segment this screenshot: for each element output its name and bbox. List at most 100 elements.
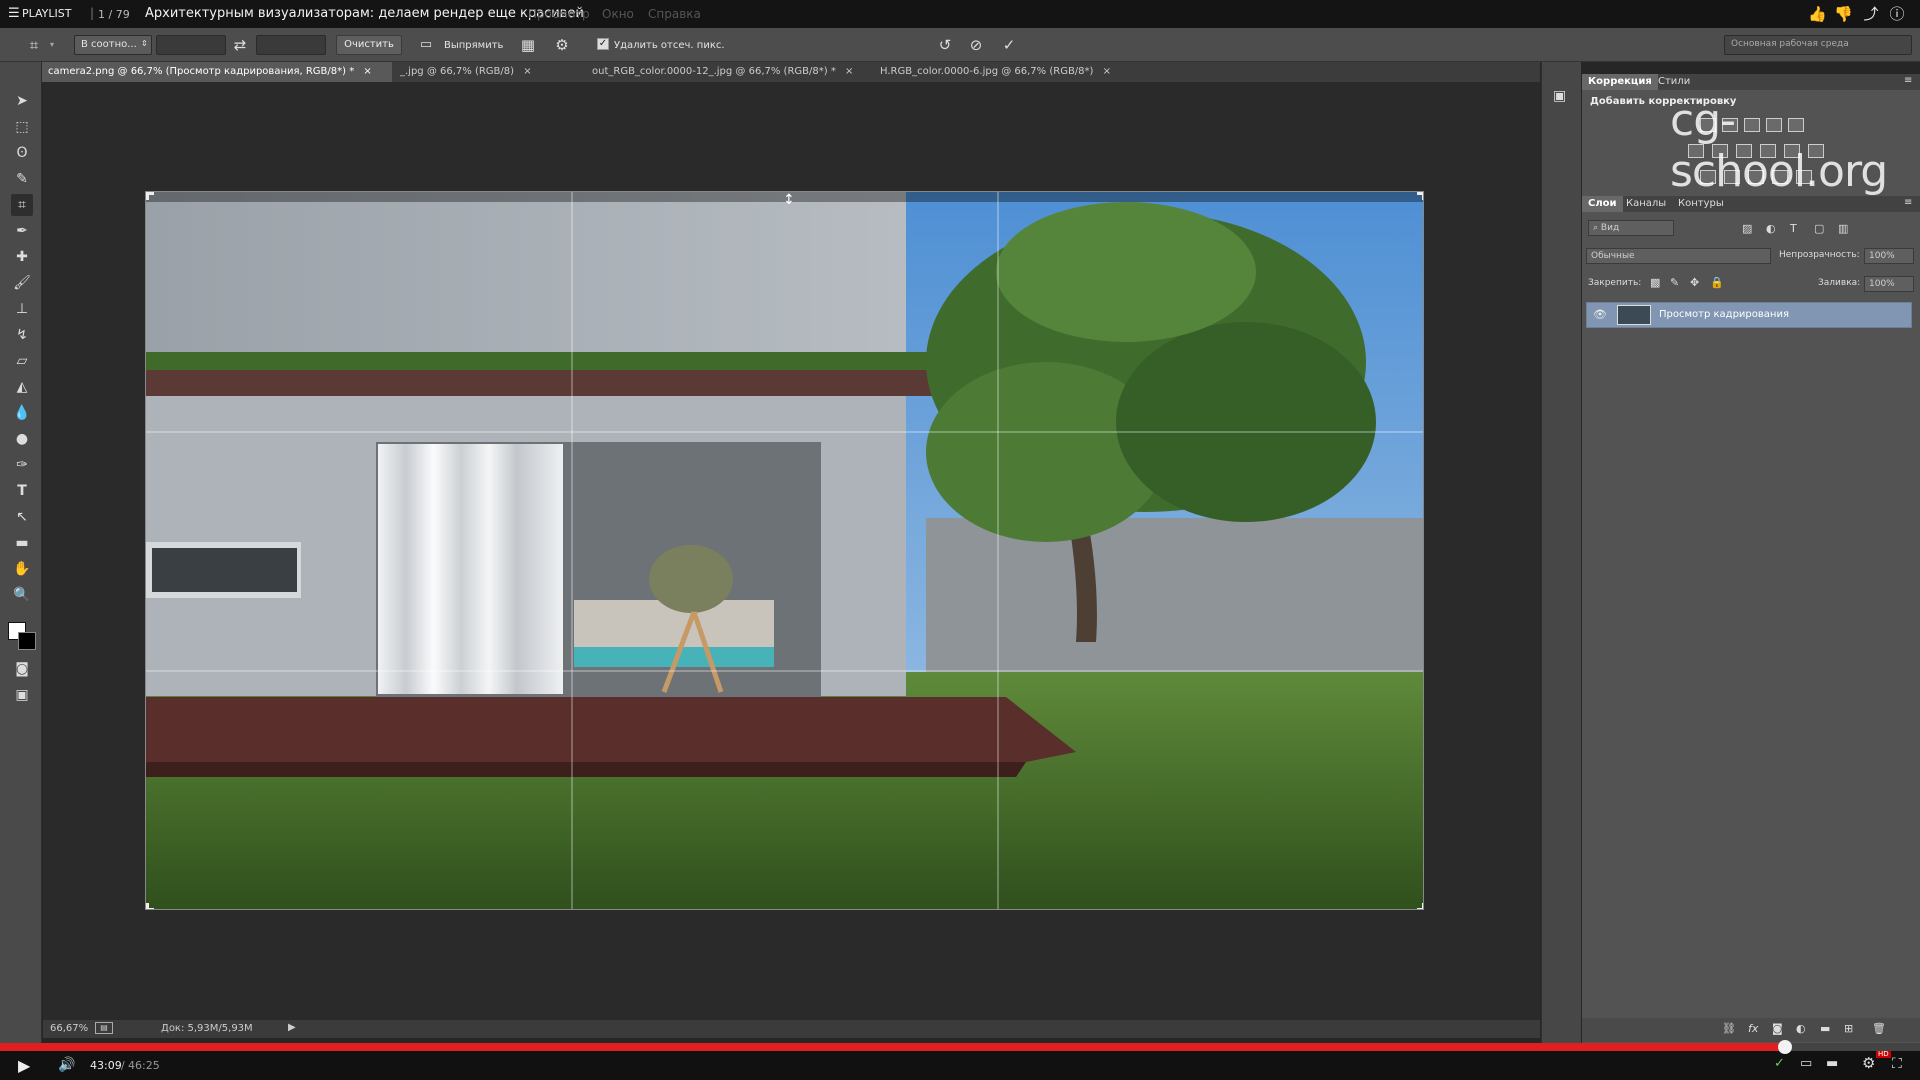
miniplayer-icon[interactable]: ▭	[1800, 1056, 1812, 1071]
close-icon[interactable]: ×	[1103, 66, 1111, 77]
tab-h-rgb[interactable]: H.RGB_color.0000-6.jpg @ 66,7% (RGB/8*) …	[874, 62, 1124, 82]
tab-camera2[interactable]: camera2.png @ 66,7% (Просмотр кадрирован…	[42, 62, 392, 82]
move-tool-icon[interactable]: ➤	[11, 90, 33, 112]
swap-icon[interactable]: ⇄	[230, 36, 250, 54]
marquee-tool-icon[interactable]: ⬚	[11, 116, 33, 138]
tab-channels[interactable]: Каналы	[1620, 196, 1672, 212]
close-icon[interactable]: ×	[845, 66, 853, 77]
healing-brush-icon[interactable]: ✚	[11, 246, 33, 268]
video-title[interactable]: Архитектурным визуализаторам: делаем рен…	[145, 6, 584, 21]
pen-tool-icon[interactable]: ✑	[11, 454, 33, 476]
progress-scrubber[interactable]	[1778, 1040, 1793, 1054]
render-image[interactable]	[145, 191, 1424, 910]
visibility-eye-icon[interactable]: 👁	[1593, 308, 1607, 321]
fill-input[interactable]: 100%	[1864, 276, 1914, 292]
history-brush-icon[interactable]: ↯	[11, 324, 33, 346]
quick-select-icon[interactable]: ✎	[11, 168, 33, 190]
hand-tool-icon[interactable]: ✋	[11, 558, 33, 580]
lock-pixels-icon[interactable]: ✎	[1670, 276, 1679, 289]
zoom-tool-icon[interactable]: 🔍	[11, 584, 33, 606]
like-icon[interactable]: 👍	[1808, 5, 1827, 23]
delete-cropped-checkbox[interactable]: ✓	[597, 38, 609, 50]
trash-icon[interactable]: 🗑	[1872, 1022, 1886, 1035]
volume-icon[interactable]: 🔊	[58, 1057, 75, 1073]
close-icon[interactable]: ×	[523, 66, 531, 77]
play-icon[interactable]: ▶	[18, 1056, 30, 1075]
commit-check-icon[interactable]: ✓	[999, 36, 1019, 54]
tab-layers[interactable]: Слои	[1582, 196, 1623, 212]
history-panel-icon[interactable]: ▣	[1553, 88, 1566, 104]
quick-mask-icon[interactable]: ◙	[11, 658, 33, 680]
crop-tool-icon[interactable]: ⌗	[24, 36, 44, 54]
progress-bar[interactable]	[0, 1040, 1920, 1054]
right-panels: Коррекция Стили ≡ Добавить корректировку…	[1582, 74, 1920, 1044]
document-tabs: camera2.png @ 66,7% (Просмотр кадрирован…	[42, 62, 1540, 82]
reset-icon[interactable]: ↺	[935, 36, 955, 54]
layer-row[interactable]: 👁 Просмотр кадрирования	[1586, 302, 1912, 328]
stamp-tool-icon[interactable]: ⊥	[11, 298, 33, 320]
fx-icon[interactable]: fx	[1748, 1022, 1758, 1035]
tab-paths[interactable]: Контуры	[1672, 196, 1730, 212]
crop-tool-icon[interactable]: ⌗	[11, 194, 33, 216]
settings-icon[interactable]: ⚙	[1862, 1054, 1875, 1072]
blur-tool-icon[interactable]: 💧	[11, 402, 33, 424]
panel-menu-icon[interactable]: ≡	[1904, 197, 1912, 208]
new-layer-icon[interactable]: ⊞	[1844, 1022, 1853, 1035]
lasso-tool-icon[interactable]: ʘ	[11, 142, 33, 164]
settings-gear-icon[interactable]: ⚙	[552, 36, 572, 54]
tab-jpg[interactable]: _.jpg @ 66,7% (RGB/8) ×	[394, 62, 584, 82]
captions-check-icon[interactable]: ✓	[1774, 1056, 1785, 1071]
rectangle-tool-icon[interactable]: ▬	[11, 532, 33, 554]
status-info-icon[interactable]: ▤	[95, 1022, 113, 1034]
filter-type-icon[interactable]: T	[1790, 222, 1797, 235]
clear-button[interactable]: Очистить	[336, 35, 402, 55]
dodge-tool-icon[interactable]: ●	[11, 428, 33, 450]
lock-all-icon[interactable]: 🔒	[1710, 276, 1724, 289]
filter-smart-icon[interactable]: ▥	[1838, 222, 1848, 235]
lock-position-icon[interactable]: ✥	[1690, 276, 1699, 289]
playlist-menu-icon[interactable]: ☰	[8, 6, 20, 21]
blend-mode-select[interactable]: Обычные	[1586, 248, 1771, 264]
grid-overlay-icon[interactable]: ▦	[518, 36, 538, 54]
layer-name[interactable]: Просмотр кадрирования	[1659, 309, 1789, 320]
link-layers-icon[interactable]: ⛓	[1722, 1022, 1736, 1035]
straighten-button[interactable]: Выпрямить	[444, 40, 503, 51]
opacity-input[interactable]: 100%	[1864, 248, 1914, 264]
screen-mode-icon[interactable]: ▣	[11, 684, 33, 706]
filter-adjust-icon[interactable]: ◐	[1766, 222, 1776, 235]
zoom-level[interactable]: 66,67%	[50, 1023, 88, 1034]
playlist-label[interactable]: PLAYLIST	[22, 7, 71, 20]
background-color-swatch[interactable]	[18, 632, 36, 650]
eraser-tool-icon[interactable]: ▱	[11, 350, 33, 372]
straighten-icon[interactable]: ▭	[416, 36, 436, 54]
paint-bucket-icon[interactable]: ◭	[11, 376, 33, 398]
filter-shape-icon[interactable]: ▢	[1814, 222, 1824, 235]
filter-pixel-icon[interactable]: ▨	[1742, 222, 1752, 235]
ratio-select[interactable]: В соотно... ⇕	[74, 35, 152, 55]
share-icon[interactable]: ⤴	[1862, 5, 1880, 23]
preset-chevron-icon[interactable]: ▾	[50, 40, 54, 49]
height-input[interactable]	[256, 35, 326, 55]
layer-filter-select[interactable]: ⌕ Вид	[1588, 220, 1674, 236]
tab-out-rgb[interactable]: out_RGB_color.0000-12_.jpg @ 66,7% (RGB/…	[586, 62, 872, 82]
fullscreen-icon[interactable]: ⛶	[1892, 1056, 1902, 1072]
new-adjustment-icon[interactable]: ◐	[1796, 1022, 1806, 1035]
add-mask-icon[interactable]: ◙	[1772, 1022, 1783, 1035]
close-icon[interactable]: ×	[363, 66, 371, 77]
type-tool-icon[interactable]: T	[11, 480, 33, 502]
status-arrow-icon[interactable]: ▶	[288, 1022, 296, 1033]
cancel-icon[interactable]: ⊘	[966, 36, 986, 54]
brush-tool-icon[interactable]: 🖌	[11, 272, 33, 294]
eyedropper-icon[interactable]: ✒	[11, 220, 33, 242]
panel-menu-icon[interactable]: ≡	[1904, 75, 1912, 86]
theater-mode-icon[interactable]: ▬	[1826, 1056, 1838, 1071]
new-group-icon[interactable]: ▬	[1820, 1022, 1830, 1035]
tab-styles[interactable]: Стили	[1652, 74, 1696, 90]
info-icon[interactable]: ⓘ	[1888, 5, 1906, 23]
workspace-select[interactable]: Основная рабочая среда	[1724, 35, 1912, 55]
path-select-icon[interactable]: ↖	[11, 506, 33, 528]
dislike-icon[interactable]: 👎	[1834, 5, 1853, 23]
lock-transparency-icon[interactable]: ▩	[1650, 276, 1660, 289]
tab-corrections[interactable]: Коррекция	[1582, 74, 1658, 90]
width-input[interactable]	[156, 35, 226, 55]
